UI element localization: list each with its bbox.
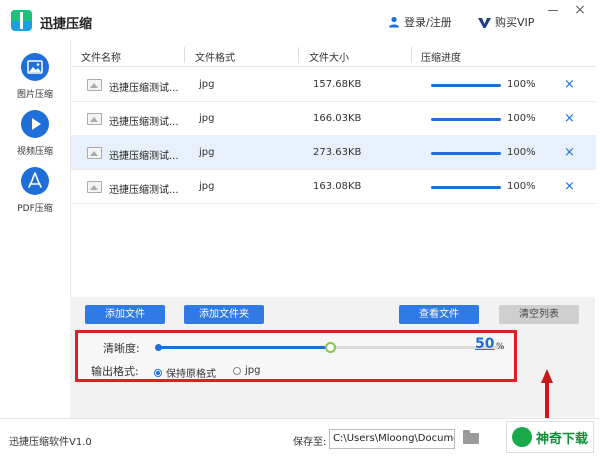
action-panel: 添加文件 添加文件夹 查看文件 清空列表 清晰度: 50 % 输出格式: 保持原… xyxy=(70,297,595,418)
add-file-button[interactable]: 添加文件 xyxy=(85,305,165,324)
radio-label: 保持原格式 xyxy=(166,369,216,380)
file-list-header: 文件名称 文件格式 文件大小 压缩进度 xyxy=(71,45,596,67)
remove-file-icon[interactable]: × xyxy=(564,77,575,92)
remove-file-icon[interactable]: × xyxy=(564,145,575,160)
image-thumbnail-icon xyxy=(87,181,102,193)
file-format: jpg xyxy=(199,147,215,158)
save-path-field[interactable]: C:\Users\Mloong\Documents xyxy=(329,429,455,449)
compression-settings: 清晰度: 50 % 输出格式: 保持原格式 jpg xyxy=(75,330,517,382)
clarity-label: 清晰度: xyxy=(103,342,140,355)
table-row[interactable]: 迅捷压缩测试... jpg 273.63KB 100% × xyxy=(71,136,596,170)
progress-label: 100% xyxy=(507,147,536,158)
title-bar: 迅捷压缩 登录/注册 购买VIP × xyxy=(0,0,600,40)
image-thumbnail-icon xyxy=(87,79,102,91)
radio-selected-icon xyxy=(154,368,162,377)
watermark: 神奇下载 xyxy=(506,421,594,453)
image-thumbnail-icon xyxy=(87,147,102,159)
remove-file-icon[interactable]: × xyxy=(564,179,575,194)
radio-label: jpg xyxy=(245,365,261,376)
add-folder-button[interactable]: 添加文件夹 xyxy=(184,305,264,324)
file-size: 166.03KB xyxy=(313,113,362,124)
image-icon xyxy=(21,53,49,81)
file-name: 迅捷压缩测试... xyxy=(109,117,179,128)
watermark-logo-icon xyxy=(512,427,532,447)
sidebar-item-pdf-compress[interactable]: PDF压缩 xyxy=(0,167,70,214)
file-format: jpg xyxy=(199,79,215,90)
user-icon xyxy=(389,16,399,28)
watermark-text: 神奇下载 xyxy=(536,431,589,447)
header-progress: 压缩进度 xyxy=(421,53,461,64)
login-label: 登录/注册 xyxy=(404,16,452,29)
app-title: 迅捷压缩 xyxy=(40,17,93,32)
sidebar: 图片压缩 视频压缩 PDF压缩 xyxy=(0,40,70,418)
image-thumbnail-icon xyxy=(87,113,102,125)
view-files-button[interactable]: 查看文件 xyxy=(399,305,479,324)
file-format: jpg xyxy=(199,113,215,124)
sidebar-item-label: 图片压缩 xyxy=(16,90,53,100)
pdf-icon xyxy=(21,167,49,195)
progress-label: 100% xyxy=(507,113,536,124)
file-size: 163.08KB xyxy=(313,181,362,192)
output-format-label: 输出格式: xyxy=(91,365,139,378)
app-logo-icon xyxy=(11,10,32,31)
header-file-name: 文件名称 xyxy=(81,53,121,64)
close-window-button[interactable]: × xyxy=(574,3,586,17)
save-to-label: 保存至: xyxy=(293,437,327,448)
header-file-format: 文件格式 xyxy=(195,53,235,64)
remove-file-icon[interactable]: × xyxy=(564,111,575,126)
radio-jpg[interactable]: jpg xyxy=(233,365,260,376)
version-label: 迅捷压缩软件V1.0 xyxy=(9,437,92,448)
clarity-unit: % xyxy=(496,342,505,352)
radio-keep-format[interactable]: 保持原格式 xyxy=(154,365,216,380)
minimize-button[interactable] xyxy=(547,4,559,16)
play-icon xyxy=(21,110,49,138)
folder-icon[interactable] xyxy=(463,430,479,444)
buy-vip-button[interactable]: 购买VIP xyxy=(478,14,534,30)
annotation-arrow-stem xyxy=(545,381,549,418)
table-row[interactable]: 迅捷压缩测试... jpg 166.03KB 100% × xyxy=(71,102,596,136)
sidebar-item-label: PDF压缩 xyxy=(17,204,53,214)
sidebar-item-label: 视频压缩 xyxy=(16,147,53,157)
file-name: 迅捷压缩测试... xyxy=(109,151,179,162)
clarity-value[interactable]: 50 xyxy=(475,336,494,352)
progress-bar xyxy=(431,186,501,189)
file-size: 157.68KB xyxy=(313,79,362,90)
file-name: 迅捷压缩测试... xyxy=(109,185,179,196)
file-format: jpg xyxy=(199,181,215,192)
sidebar-item-video-compress[interactable]: 视频压缩 xyxy=(0,110,70,157)
file-size: 273.63KB xyxy=(313,147,362,158)
file-list: 文件名称 文件格式 文件大小 压缩进度 迅捷压缩测试... jpg 157.68… xyxy=(70,40,596,297)
table-row[interactable]: 迅捷压缩测试... jpg 157.68KB 100% × xyxy=(71,68,596,102)
progress-label: 100% xyxy=(507,181,536,192)
vip-label: 购买VIP xyxy=(495,16,535,29)
vip-icon xyxy=(478,17,491,28)
file-name: 迅捷压缩测试... xyxy=(109,83,179,94)
clarity-slider[interactable] xyxy=(155,342,503,353)
progress-bar xyxy=(431,152,501,155)
header-file-size: 文件大小 xyxy=(309,53,349,64)
clear-list-button[interactable]: 清空列表 xyxy=(499,305,579,324)
sidebar-item-image-compress[interactable]: 图片压缩 xyxy=(0,53,70,100)
progress-label: 100% xyxy=(507,79,536,90)
login-button[interactable]: 登录/注册 xyxy=(388,14,452,30)
progress-bar xyxy=(431,84,501,87)
progress-bar xyxy=(431,118,501,121)
radio-unselected-icon xyxy=(233,366,241,375)
table-row[interactable]: 迅捷压缩测试... jpg 163.08KB 100% × xyxy=(71,170,596,204)
clarity-slider-thumb[interactable] xyxy=(324,342,336,353)
